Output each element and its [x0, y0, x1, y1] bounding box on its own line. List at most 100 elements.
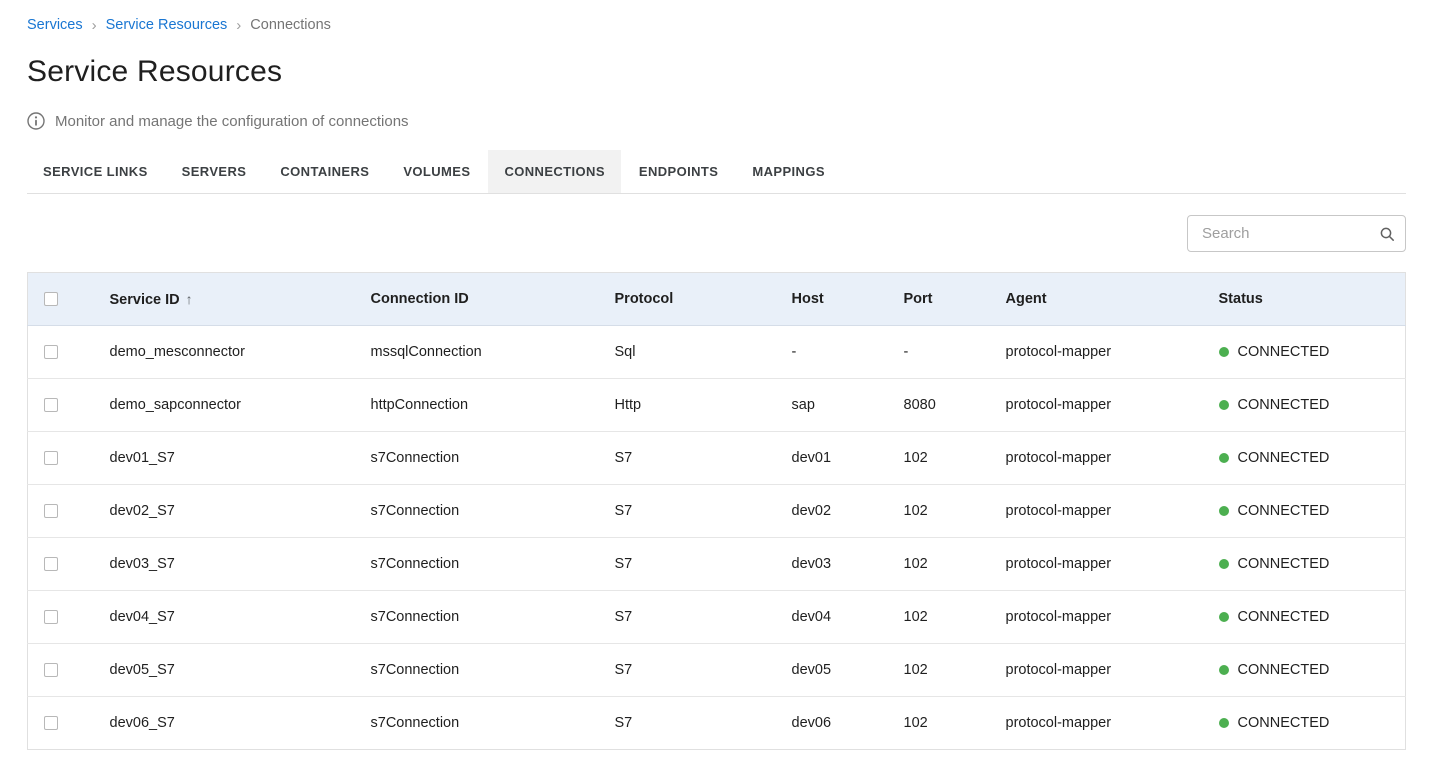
cell-host: dev02 [792, 485, 904, 538]
status-connected-dot-icon [1219, 718, 1229, 728]
column-header-status[interactable]: Status [1219, 273, 1406, 326]
cell-port: 8080 [904, 379, 1006, 432]
cell-agent: protocol-mapper [1006, 697, 1219, 750]
column-header-host[interactable]: Host [792, 273, 904, 326]
cell-host: dev03 [792, 538, 904, 591]
cell-host: dev05 [792, 644, 904, 697]
table-row[interactable]: demo_sapconnector httpConnection Http sa… [28, 379, 1406, 432]
column-header-connection-id[interactable]: Connection ID [371, 273, 615, 326]
column-header-protocol[interactable]: Protocol [615, 273, 792, 326]
row-checkbox-cell [28, 644, 110, 697]
cell-protocol: S7 [615, 697, 792, 750]
cell-status: CONNECTED [1219, 697, 1406, 750]
cell-connection-id: s7Connection [371, 432, 615, 485]
status-connected-dot-icon [1219, 506, 1229, 516]
status-connected-dot-icon [1219, 559, 1229, 569]
table-row[interactable]: dev06_S7 s7Connection S7 dev06 102 proto… [28, 697, 1406, 750]
tab-service-links[interactable]: SERVICE LINKS [27, 150, 164, 193]
cell-agent: protocol-mapper [1006, 485, 1219, 538]
cell-protocol: S7 [615, 644, 792, 697]
row-checkbox-cell [28, 379, 110, 432]
cell-port: - [904, 326, 1006, 379]
row-checkbox[interactable] [44, 451, 58, 465]
cell-port: 102 [904, 432, 1006, 485]
cell-connection-id: httpConnection [371, 379, 615, 432]
breadcrumb-link-services[interactable]: Services [27, 17, 83, 33]
cell-connection-id: s7Connection [371, 644, 615, 697]
header-checkbox-cell [28, 273, 110, 326]
cell-agent: protocol-mapper [1006, 432, 1219, 485]
select-all-checkbox[interactable] [44, 292, 58, 306]
status-label: CONNECTED [1238, 662, 1330, 678]
row-checkbox[interactable] [44, 557, 58, 571]
cell-connection-id: mssqlConnection [371, 326, 615, 379]
column-header-agent[interactable]: Agent [1006, 273, 1219, 326]
search-input[interactable] [1200, 224, 1379, 243]
connections-table: Service ID↑ Connection ID Protocol Host … [27, 272, 1406, 750]
tab-mappings[interactable]: MAPPINGS [736, 150, 841, 193]
row-checkbox-cell [28, 538, 110, 591]
cell-connection-id: s7Connection [371, 485, 615, 538]
cell-service-id: demo_mesconnector [110, 326, 371, 379]
status-connected-dot-icon [1219, 347, 1229, 357]
tabs: SERVICE LINKSSERVERSCONTAINERSVOLUMESCON… [27, 150, 1406, 194]
tab-containers[interactable]: CONTAINERS [264, 150, 385, 193]
row-checkbox-cell [28, 326, 110, 379]
row-checkbox[interactable] [44, 663, 58, 677]
row-checkbox[interactable] [44, 716, 58, 730]
table-row[interactable]: dev02_S7 s7Connection S7 dev02 102 proto… [28, 485, 1406, 538]
cell-service-id: dev05_S7 [110, 644, 371, 697]
cell-port: 102 [904, 485, 1006, 538]
cell-connection-id: s7Connection [371, 538, 615, 591]
column-header-port[interactable]: Port [904, 273, 1006, 326]
chevron-right-icon: › [92, 18, 97, 33]
page: Services › Service Resources › Connectio… [0, 0, 1433, 750]
tab-connections[interactable]: CONNECTIONS [488, 150, 620, 193]
search-icon[interactable] [1379, 226, 1395, 242]
sort-asc-icon[interactable]: ↑ [186, 291, 193, 307]
row-checkbox[interactable] [44, 610, 58, 624]
table-row[interactable]: demo_mesconnector mssqlConnection Sql - … [28, 326, 1406, 379]
tab-endpoints[interactable]: ENDPOINTS [623, 150, 734, 193]
cell-status: CONNECTED [1219, 379, 1406, 432]
table-row[interactable]: dev05_S7 s7Connection S7 dev05 102 proto… [28, 644, 1406, 697]
tab-volumes[interactable]: VOLUMES [387, 150, 486, 193]
cell-service-id: dev06_S7 [110, 697, 371, 750]
table-row[interactable]: dev03_S7 s7Connection S7 dev03 102 proto… [28, 538, 1406, 591]
cell-service-id: dev01_S7 [110, 432, 371, 485]
cell-agent: protocol-mapper [1006, 591, 1219, 644]
status-connected-dot-icon [1219, 400, 1229, 410]
status-label: CONNECTED [1238, 450, 1330, 466]
table-row[interactable]: dev01_S7 s7Connection S7 dev01 102 proto… [28, 432, 1406, 485]
breadcrumb-link-service-resources[interactable]: Service Resources [106, 17, 228, 33]
cell-service-id: demo_sapconnector [110, 379, 371, 432]
search-box[interactable] [1187, 215, 1406, 252]
cell-host: dev04 [792, 591, 904, 644]
cell-status: CONNECTED [1219, 432, 1406, 485]
cell-status: CONNECTED [1219, 485, 1406, 538]
cell-port: 102 [904, 591, 1006, 644]
cell-host: - [792, 326, 904, 379]
status-connected-dot-icon [1219, 612, 1229, 622]
row-checkbox[interactable] [44, 398, 58, 412]
row-checkbox[interactable] [44, 504, 58, 518]
status-label: CONNECTED [1238, 715, 1330, 731]
cell-port: 102 [904, 697, 1006, 750]
row-checkbox[interactable] [44, 345, 58, 359]
column-header-service-id[interactable]: Service ID↑ [110, 273, 371, 326]
cell-protocol: S7 [615, 485, 792, 538]
table-header-row: Service ID↑ Connection ID Protocol Host … [28, 273, 1406, 326]
status-connected-dot-icon [1219, 453, 1229, 463]
cell-status: CONNECTED [1219, 326, 1406, 379]
cell-service-id: dev04_S7 [110, 591, 371, 644]
cell-status: CONNECTED [1219, 591, 1406, 644]
cell-connection-id: s7Connection [371, 591, 615, 644]
cell-agent: protocol-mapper [1006, 326, 1219, 379]
row-checkbox-cell [28, 697, 110, 750]
status-label: CONNECTED [1238, 556, 1330, 572]
row-checkbox-cell [28, 591, 110, 644]
table-body: demo_mesconnector mssqlConnection Sql - … [28, 326, 1406, 750]
table-row[interactable]: dev04_S7 s7Connection S7 dev04 102 proto… [28, 591, 1406, 644]
tab-servers[interactable]: SERVERS [166, 150, 263, 193]
cell-protocol: S7 [615, 591, 792, 644]
